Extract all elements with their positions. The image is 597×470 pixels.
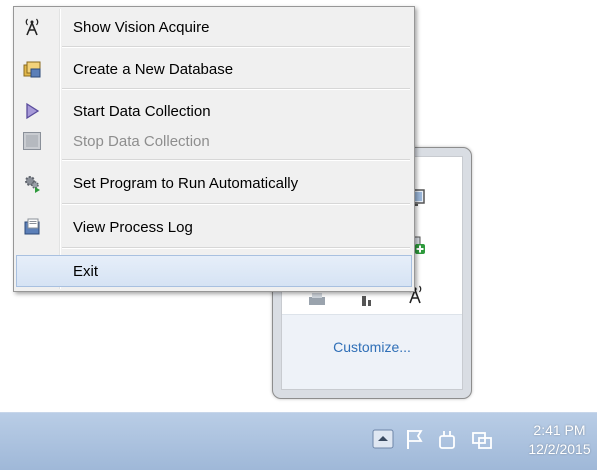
log-icon — [24, 218, 40, 235]
taskbar: 2:41 PM 12/2/2015 — [0, 412, 597, 470]
antenna-icon — [25, 18, 39, 36]
menu-item-exit[interactable]: Exit — [16, 255, 412, 287]
menu-item-label: Show Vision Acquire — [73, 19, 210, 36]
menu-item-set-run-automatically[interactable]: Set Program to Run Automatically — [16, 167, 412, 199]
menu-item-view-process-log[interactable]: View Process Log — [16, 211, 412, 243]
flyout-footer: Customize... — [282, 314, 462, 389]
stop-icon — [23, 132, 41, 150]
menu-separator — [62, 203, 410, 205]
show-hidden-icons-button[interactable] — [371, 427, 395, 451]
menu-separator — [62, 247, 410, 249]
menu-item-label: Set Program to Run Automatically — [73, 175, 299, 192]
clock-date: 12/2/2015 — [528, 441, 591, 457]
menu-item-create-database[interactable]: Create a New Database — [16, 53, 412, 85]
menu-item-start-data-collection[interactable]: Start Data Collection — [16, 95, 412, 125]
menu-item-label: Create a New Database — [73, 61, 234, 78]
clock-time: 2:41 PM — [533, 422, 586, 438]
network-icon[interactable] — [470, 427, 494, 451]
menu-item-label: Exit — [73, 263, 99, 280]
menu-item-label: View Process Log — [73, 219, 193, 236]
action-center-flag-icon[interactable] — [403, 427, 427, 451]
menu-item-show-vision-acquire[interactable]: Show Vision Acquire — [16, 11, 412, 43]
network-icon[interactable] — [356, 289, 378, 311]
menu-separator — [62, 159, 410, 161]
menu-separator — [62, 88, 410, 90]
customize-link[interactable]: Customize... — [282, 339, 462, 355]
context-menu: Show Vision Acquire Create a New Databas… — [13, 6, 415, 292]
printer-icon[interactable] — [306, 289, 328, 311]
power-icon[interactable] — [435, 427, 459, 451]
menu-item-stop-data-collection[interactable]: Stop Data Collection — [16, 125, 412, 155]
database-icon — [23, 61, 41, 78]
play-icon — [26, 102, 40, 120]
taskbar-clock[interactable]: 2:41 PM 12/2/2015 — [522, 421, 597, 459]
menu-item-label: Start Data Collection — [73, 103, 211, 120]
menu-separator — [62, 46, 410, 48]
menu-item-label: Stop Data Collection — [73, 133, 210, 150]
gears-icon — [25, 176, 40, 193]
